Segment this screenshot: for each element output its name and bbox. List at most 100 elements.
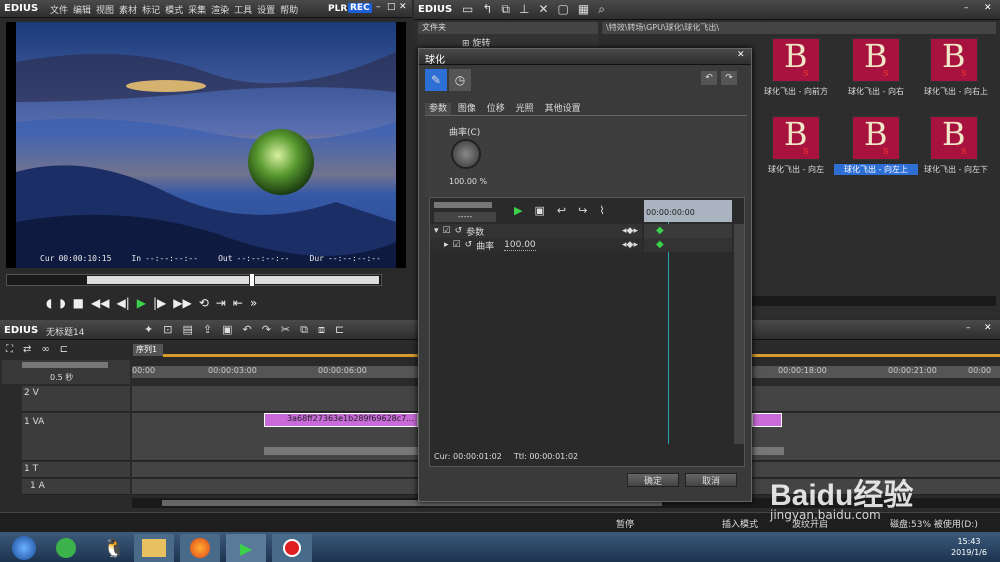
kf-prev-icon[interactable]: ↩ [557, 204, 566, 217]
undo-icon[interactable]: ↶ [242, 323, 251, 337]
kf-row-curvature[interactable]: ▸ ☑ ↺ 曲率 100.00 ◂◆▸ [430, 238, 642, 252]
keyframe-diamond[interactable]: ◆ [656, 225, 664, 236]
kf-preview-icon[interactable]: ▣ [534, 204, 544, 217]
export-icon[interactable]: ⇪ [203, 323, 212, 337]
track-header-2v[interactable]: 2 V [22, 386, 130, 412]
track-header-1a[interactable]: 1 A [22, 479, 130, 495]
stopwatch-icon[interactable]: ◷ [449, 69, 471, 91]
taskbar-recorder[interactable] [272, 534, 312, 562]
kf-nav-icon[interactable]: ◂◆▸ [622, 226, 638, 236]
kf-next-icon[interactable]: ↪ [578, 204, 587, 217]
set-in-icon[interactable]: ◖ [46, 296, 52, 310]
menu-file[interactable]: 文件 [50, 3, 68, 16]
close-icon[interactable]: ✕ [399, 2, 407, 12]
track-header-1t[interactable]: 1 T [22, 462, 130, 478]
disk-icon[interactable]: ▣ [222, 323, 232, 337]
playhead-handle[interactable] [249, 273, 255, 287]
step-back-icon[interactable]: ◀| [116, 296, 129, 310]
overwrite-icon[interactable]: ⇤ [233, 296, 243, 310]
taskbar-edius[interactable]: ▶ [226, 534, 266, 562]
menu-settings[interactable]: 设置 [257, 3, 275, 16]
palette-icon[interactable]: ✎ [425, 69, 447, 91]
mode-icon[interactable]: ⛶ [6, 344, 13, 355]
kf-zoom-slider[interactable] [434, 202, 492, 208]
view-icon[interactable]: ▦ [578, 2, 589, 17]
menu-capture[interactable]: 采集 [188, 3, 206, 16]
up-folder-icon[interactable]: ↰ [482, 2, 492, 17]
link-icon[interactable]: ∞ [41, 344, 49, 355]
fast-forward-icon[interactable]: ▶▶ [173, 296, 191, 310]
checkbox-icon[interactable]: ☑ [443, 226, 451, 236]
group-icon[interactable]: ⊏ [335, 323, 344, 337]
kf-ruler[interactable]: 00:00:00:00 [644, 200, 732, 222]
redo-icon[interactable]: ↷ [262, 323, 271, 337]
scale-value[interactable]: 0.5 秒 [50, 372, 73, 383]
document-icon[interactable]: ▤ [182, 323, 192, 337]
minimize-icon[interactable]: – [376, 2, 381, 12]
menu-edit[interactable]: 编辑 [73, 3, 91, 16]
tab-image[interactable]: 图像 [454, 103, 480, 115]
kf-lane-curvature[interactable]: ◆ [644, 238, 732, 252]
effect-thumb-lower-left[interactable]: Bs [930, 115, 978, 160]
collapse-icon[interactable]: ▾ [434, 226, 439, 236]
dialog-close-icon[interactable]: ✕ [737, 50, 745, 60]
tab-other-settings[interactable]: 其他设置 [541, 103, 585, 115]
taskbar-firefox[interactable] [180, 534, 220, 562]
menu-view[interactable]: 视图 [96, 3, 114, 16]
timeline-minimize-icon[interactable]: – [966, 323, 971, 333]
menu-render[interactable]: 渲染 [211, 3, 229, 16]
ok-button[interactable]: 确定 [627, 473, 679, 487]
zoom-slider[interactable] [22, 362, 108, 368]
step-forward-icon[interactable]: |▶ [153, 296, 166, 310]
video-clip[interactable]: 3a68ff27363e1b289f69628c7... [264, 413, 418, 427]
add-clip-icon[interactable]: ⧉ [501, 2, 510, 17]
kf-lane-parameters[interactable]: ◆ [644, 224, 732, 238]
track-header-1va[interactable]: 1 VA [22, 413, 130, 461]
timeline-close-icon[interactable]: ✕ [984, 323, 992, 333]
set-out-icon[interactable]: ◗ [59, 296, 65, 310]
cut-icon[interactable]: ✂ [281, 323, 290, 337]
properties-icon[interactable]: ▢ [558, 2, 569, 17]
add-to-timeline-icon[interactable]: ⊥ [519, 2, 529, 17]
effect-thumb-right[interactable]: Bs [852, 37, 900, 82]
menu-mode[interactable]: 模式 [165, 3, 183, 16]
taskbar-browser[interactable] [46, 534, 86, 562]
folder-icon[interactable]: ▭ [462, 2, 473, 17]
taskbar-explorer[interactable] [134, 534, 174, 562]
copy-icon[interactable]: ⧉ [300, 323, 308, 337]
keyframe-diamond[interactable]: ◆ [656, 239, 664, 250]
sequence-tab[interactable]: 序列1 [133, 344, 163, 356]
kf-play-icon[interactable]: ▶ [514, 204, 522, 217]
save-icon[interactable]: ⊡ [163, 323, 172, 337]
maximize-icon[interactable]: □ [387, 2, 396, 12]
insert-icon[interactable]: ⇥ [216, 296, 226, 310]
expand-icon[interactable]: ▸ [444, 240, 449, 250]
effect-thumb-forward[interactable]: Bs [772, 37, 820, 82]
tab-parameters[interactable]: 参数 [425, 103, 452, 115]
cancel-button[interactable]: 取消 [685, 473, 737, 487]
kf-row-parameters[interactable]: ▾ ☑ ↺ 参数 ◂◆▸ [430, 224, 642, 238]
kf-dropdown[interactable]: ----- [434, 212, 496, 222]
start-button[interactable] [4, 534, 44, 562]
kf-row-value[interactable]: 100.00 [504, 240, 536, 251]
curvature-knob[interactable] [451, 139, 481, 169]
kf-graph-icon[interactable]: ⌇ [599, 204, 604, 217]
kf-nav-icon[interactable]: ◂◆▸ [622, 240, 638, 250]
menu-marker[interactable]: 标记 [142, 3, 160, 16]
track-lock-icon[interactable]: ⊏ [60, 344, 68, 355]
menu-tools[interactable]: 工具 [234, 3, 252, 16]
menu-clip[interactable]: 素材 [119, 3, 137, 16]
effect-thumb-upper-left[interactable]: Bs [852, 115, 900, 160]
delete-icon[interactable]: ✕ [538, 2, 548, 17]
play-icon[interactable]: ▶ [137, 296, 146, 310]
bin-close-icon[interactable]: ✕ [984, 3, 992, 13]
effect-thumb-upper-right[interactable]: Bs [930, 37, 978, 82]
stop-icon[interactable]: ■ [73, 296, 84, 310]
taskbar-qq[interactable]: 🐧 [94, 534, 134, 562]
tab-lighting[interactable]: 光照 [512, 103, 538, 115]
position-scrubber[interactable] [6, 273, 382, 287]
plr-button[interactable]: PLR [328, 4, 347, 14]
paste-icon[interactable]: ⧈ [318, 323, 325, 337]
checkbox-icon[interactable]: ☑ [453, 240, 461, 250]
dialog-redo-icon[interactable]: ↷ [721, 71, 737, 85]
